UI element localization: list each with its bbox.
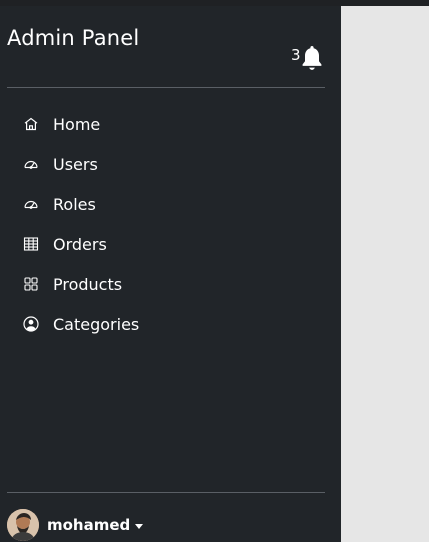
home-icon (22, 115, 40, 133)
speedometer-icon (22, 155, 40, 173)
sidebar-item-label: Users (53, 154, 98, 174)
footer-divider (7, 492, 325, 493)
sidebar-item-categories[interactable]: Categories (0, 304, 341, 344)
person-circle-icon (22, 315, 40, 333)
header-divider (7, 87, 325, 88)
grid-icon (22, 275, 40, 293)
sidebar-item-label: Roles (53, 194, 96, 214)
notifications-button[interactable]: 3 (290, 44, 326, 74)
app-title: Admin Panel (7, 26, 140, 50)
sidebar: Admin Panel 3 Home Users Roles Orders Pr… (0, 6, 341, 542)
speedometer-icon (22, 195, 40, 213)
sidebar-item-label: Products (53, 274, 123, 294)
sidebar-item-label: Orders (53, 234, 107, 254)
sidebar-item-orders[interactable]: Orders (0, 224, 341, 264)
chevron-down-icon (135, 523, 144, 529)
sidebar-item-users[interactable]: Users (0, 144, 341, 184)
user-menu[interactable]: mohamed (7, 508, 144, 542)
username: mohamed (47, 516, 131, 534)
avatar (7, 509, 39, 541)
sidebar-item-roles[interactable]: Roles (0, 184, 341, 224)
sidebar-item-label: Categories (53, 314, 140, 334)
bell-icon (302, 46, 322, 70)
table-icon (22, 235, 40, 253)
main-content (341, 6, 429, 542)
sidebar-item-home[interactable]: Home (0, 104, 341, 144)
sidebar-item-products[interactable]: Products (0, 264, 341, 304)
sidebar-item-label: Home (53, 114, 101, 134)
sidebar-nav: Home Users Roles Orders Products Categor… (0, 104, 341, 344)
